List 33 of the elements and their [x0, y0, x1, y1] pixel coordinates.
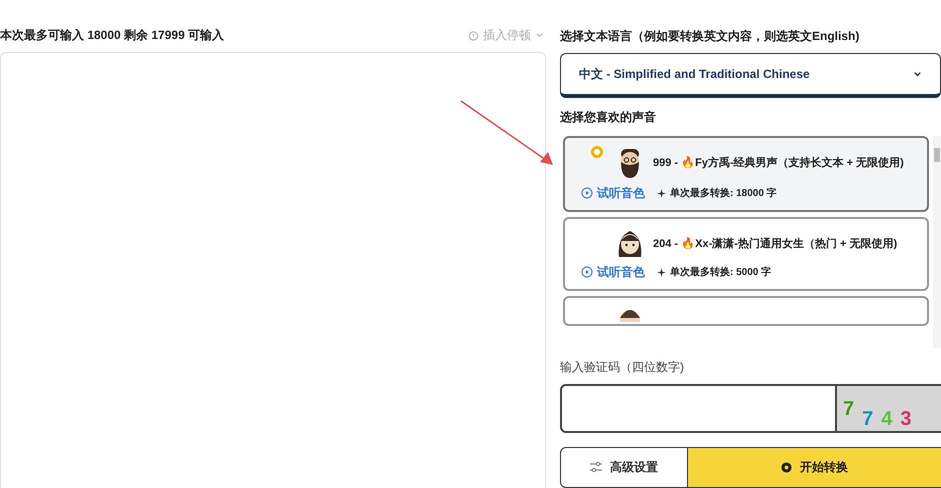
character-limit: 单次最多转换: 5000 字 [670, 265, 772, 280]
timer-icon [468, 30, 479, 40]
start-conversion-button[interactable]: 开始转换 [688, 446, 941, 488]
voice-card[interactable]: 999 - 🔥Fy方禹-经典男声（支持长文本 + 无限使用) 试听音色 单次最多转换: 18000 字 [563, 136, 929, 212]
text-input-field[interactable] [0, 52, 546, 488]
language-label: 选择文本语言（例如要转换英文内容，则选英文English) [560, 28, 860, 45]
captcha-digit: 7 [843, 398, 854, 419]
voice-label: 选择您喜欢的声音 [560, 109, 657, 126]
play-icon [581, 187, 593, 200]
sliders-icon [590, 462, 602, 472]
caret-icon [913, 70, 922, 79]
character-counter: 本次最多可输入 18000 剩余 17999 可输入 [0, 27, 224, 44]
advanced-settings-button[interactable]: 高级设置 [560, 446, 688, 488]
language-select[interactable]: 中文 - Simplified and Traditional Chinese [560, 53, 941, 98]
captcha-label: 输入验证码（四位数字) [560, 358, 685, 376]
record-icon [781, 462, 792, 473]
captcha-digit: 3 [900, 408, 912, 429]
preview-voice-link[interactable]: 试听音色 [581, 184, 645, 202]
character-limit: 单次最多转换: 18000 字 [670, 186, 777, 201]
voice-title: 999 - 🔥Fy方禹-经典男声（支持长文本 + 无限使用) [653, 155, 904, 172]
play-icon [581, 266, 593, 278]
preview-voice-link[interactable]: 试听音色 [581, 263, 645, 282]
selected-radio-icon [591, 146, 603, 158]
sparkle-icon [657, 268, 666, 277]
sparkle-icon [657, 188, 666, 198]
voice-card[interactable]: 204 - 🔥Xx-潇潇-热门通用女生（热门 + 无限使用) 试听音色 单次最多转换: 5000 字 [563, 217, 929, 292]
voice-card[interactable] [563, 296, 929, 326]
captcha-digit: 7 [862, 408, 874, 429]
captcha-input-field[interactable] [560, 384, 837, 433]
scrollbar[interactable] [933, 136, 941, 348]
captcha-digit: 4 [881, 408, 892, 429]
voice-title: 204 - 🔥Xx-潇潇-热门通用女生（热门 + 无限使用) [653, 236, 898, 252]
caret-icon [535, 30, 544, 40]
